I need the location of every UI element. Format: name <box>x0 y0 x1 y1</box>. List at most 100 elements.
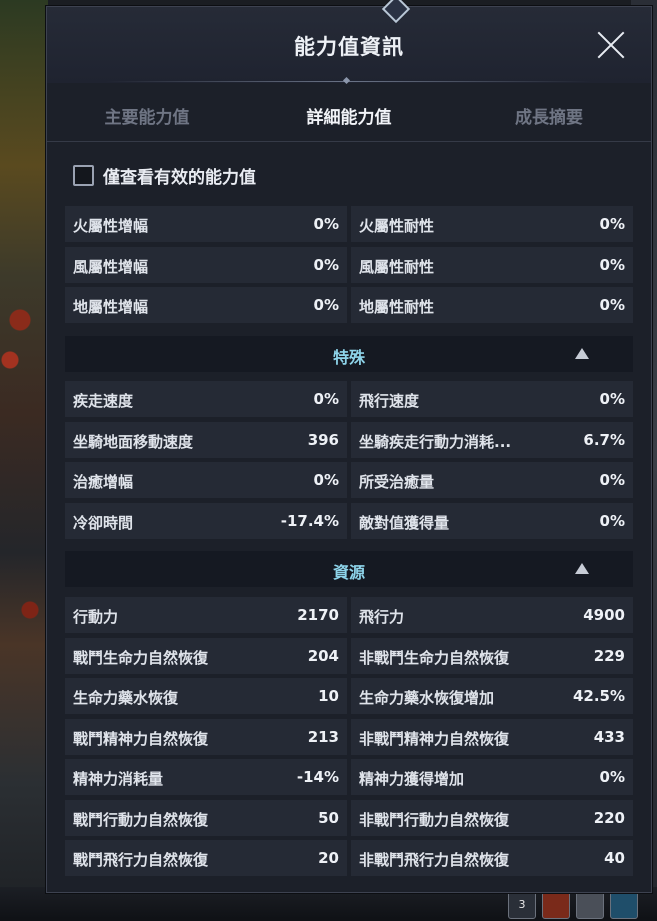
stat-row: 火屬性增幅 0% 火屬性耐性 0% <box>65 204 633 245</box>
stat-cell: 治癒增幅 0% <box>65 462 347 498</box>
stat-value: 0% <box>313 215 339 233</box>
stat-label: 非戰鬥精神力自然恢復 <box>359 729 510 748</box>
stat-value: 0% <box>313 296 339 314</box>
stat-cell: 精神力獲得增加 0% <box>351 759 633 795</box>
stat-cell: 地屬性耐性 0% <box>351 287 633 323</box>
stat-label: 敵對值獲得量 <box>359 513 450 532</box>
stat-value: 42.5% <box>572 687 625 705</box>
stat-label: 生命力藥水恢復增加 <box>359 689 495 707</box>
stat-label: 生命力藥水恢復 <box>73 689 179 707</box>
stat-value: 229 <box>593 646 625 665</box>
stat-value: 20 <box>318 849 339 867</box>
tab-growth-summary[interactable]: 成長摘要 <box>449 103 649 128</box>
stat-label: 疾走速度 <box>73 392 134 410</box>
stat-label: 地屬性耐性 <box>359 298 435 316</box>
stat-cell: 非戰鬥精神力自然恢復 433 <box>351 718 633 755</box>
section-header-resources[interactable]: 資源 <box>65 551 633 587</box>
title-bar: 能力值資訊 <box>47 7 651 85</box>
stat-label: 風屬性耐性 <box>359 257 435 276</box>
stat-cell: 疾走速度 0% <box>65 381 347 417</box>
hud-slot-counter[interactable]: 3 <box>508 891 536 919</box>
stat-row: 地屬性增幅 0% 地屬性耐性 0% <box>65 285 633 326</box>
stat-cell: 所受治癒量 0% <box>351 462 633 498</box>
stat-row: 戰鬥生命力自然恢復 204 非戰鬥生命力自然恢復 229 <box>65 636 633 677</box>
section-title: 資源 <box>332 563 365 582</box>
stat-cell: 飛行速度 0% <box>351 381 633 417</box>
tab-main-stats[interactable]: 主要能力值 <box>47 103 247 128</box>
stat-label: 精神力獲得增加 <box>359 770 465 788</box>
stat-cell: 火屬性增幅 0% <box>65 206 347 242</box>
stat-value: 6.7% <box>583 430 625 449</box>
stat-label: 行動力 <box>73 608 119 626</box>
stat-label: 冷卻時間 <box>73 513 134 532</box>
stat-label: 非戰鬥飛行力自然恢復 <box>359 851 510 869</box>
close-icon[interactable] <box>597 31 625 59</box>
stat-cell: 非戰鬥生命力自然恢復 229 <box>351 637 633 674</box>
stat-label: 非戰鬥行動力自然恢復 <box>359 810 510 829</box>
stat-label: 坐騎地面移動速度 <box>73 432 194 451</box>
tabs-divider <box>47 141 651 142</box>
stat-value: 10 <box>318 687 339 705</box>
stat-value: 2170 <box>297 606 339 624</box>
stat-cell: 非戰鬥行動力自然恢復 220 <box>351 799 633 836</box>
stat-row: 疾走速度 0% 飛行速度 0% <box>65 379 633 420</box>
scroll-item-icon[interactable] <box>576 891 604 919</box>
section-title: 特殊 <box>332 348 365 367</box>
stat-cell: 火屬性耐性 0% <box>351 206 633 242</box>
stat-label: 戰鬥精神力自然恢復 <box>73 729 209 748</box>
stat-cell: 生命力藥水恢復 10 <box>65 678 347 714</box>
stat-value: 0% <box>313 471 339 489</box>
stat-value: -17.4% <box>280 511 339 530</box>
divider-ornament-icon <box>342 76 351 85</box>
stat-value: 396 <box>307 430 339 449</box>
stat-row: 生命力藥水恢復 10 生命力藥水恢復增加 42.5% <box>65 676 633 717</box>
stat-label: 非戰鬥生命力自然恢復 <box>359 648 510 667</box>
stat-value: 4900 <box>583 606 625 624</box>
backpack-icon[interactable] <box>610 891 638 919</box>
collapse-arrow-icon[interactable] <box>575 563 589 574</box>
stat-cell: 飛行力 4900 <box>351 597 633 633</box>
stat-cell: 精神力消耗量 -14% <box>65 759 347 795</box>
stat-cell: 生命力藥水恢復增加 42.5% <box>351 678 633 714</box>
stat-value: 0% <box>313 255 339 274</box>
stat-label: 治癒增幅 <box>73 473 134 491</box>
stat-row: 行動力 2170 飛行力 4900 <box>65 595 633 636</box>
stat-value: -14% <box>296 768 339 786</box>
elemental-stats-grid: 火屬性增幅 0% 火屬性耐性 0% 風屬性增幅 0% 風屬性耐性 0% 地屬性增幅 0% … <box>65 204 633 326</box>
stat-value: 204 <box>307 646 339 665</box>
stat-cell: 行動力 2170 <box>65 597 347 633</box>
stat-value: 433 <box>593 727 625 746</box>
stat-value: 220 <box>593 808 625 827</box>
filter-checkbox[interactable] <box>73 164 94 186</box>
filter-label: 僅查看有效的能力值 <box>103 167 256 188</box>
stat-label: 戰鬥行動力自然恢復 <box>73 810 209 829</box>
effective-stats-filter[interactable]: 僅查看有效的能力值 <box>73 163 256 188</box>
stats-panel: 能力值資訊 主要能力值 詳細能力值 成長摘要 僅查看有效的能力值 火屬性增幅 0%… <box>46 0 652 893</box>
game-background-left <box>0 0 48 921</box>
stat-label: 戰鬥飛行力自然恢復 <box>73 851 209 869</box>
stat-label: 火屬性耐性 <box>359 217 435 235</box>
resource-stats-grid: 行動力 2170 飛行力 4900 戰鬥生命力自然恢復 204 非戰鬥生命力自然恢復 2… <box>65 595 633 879</box>
stat-label: 精神力消耗量 <box>73 770 164 788</box>
stat-row: 戰鬥精神力自然恢復 213 非戰鬥精神力自然恢復 433 <box>65 717 633 758</box>
stat-cell: 坐騎地面移動速度 396 <box>65 421 347 458</box>
stat-cell: 冷卻時間 -17.4% <box>65 502 347 539</box>
stat-cell: 戰鬥行動力自然恢復 50 <box>65 799 347 836</box>
window-title: 能力值資訊 <box>294 35 404 59</box>
stat-value: 50 <box>318 808 339 827</box>
stat-row: 戰鬥飛行力自然恢復 20 非戰鬥飛行力自然恢復 40 <box>65 838 633 879</box>
stat-label: 火屬性增幅 <box>73 217 149 235</box>
stat-label: 坐騎疾走行動力消耗... <box>359 432 512 451</box>
stat-cell: 非戰鬥飛行力自然恢復 40 <box>351 840 633 876</box>
stat-label: 飛行速度 <box>359 392 420 410</box>
stat-label: 飛行力 <box>359 608 405 626</box>
collapse-arrow-icon[interactable] <box>575 348 589 359</box>
stat-value: 213 <box>307 727 339 746</box>
stat-label: 地屬性增幅 <box>73 298 149 316</box>
food-item-icon[interactable] <box>542 891 570 919</box>
stat-row: 風屬性增幅 0% 風屬性耐性 0% <box>65 245 633 286</box>
stat-value: 0% <box>313 390 339 408</box>
stat-value: 0% <box>599 471 625 489</box>
tab-detailed-stats[interactable]: 詳細能力值 <box>249 103 449 128</box>
section-header-special[interactable]: 特殊 <box>65 336 633 372</box>
